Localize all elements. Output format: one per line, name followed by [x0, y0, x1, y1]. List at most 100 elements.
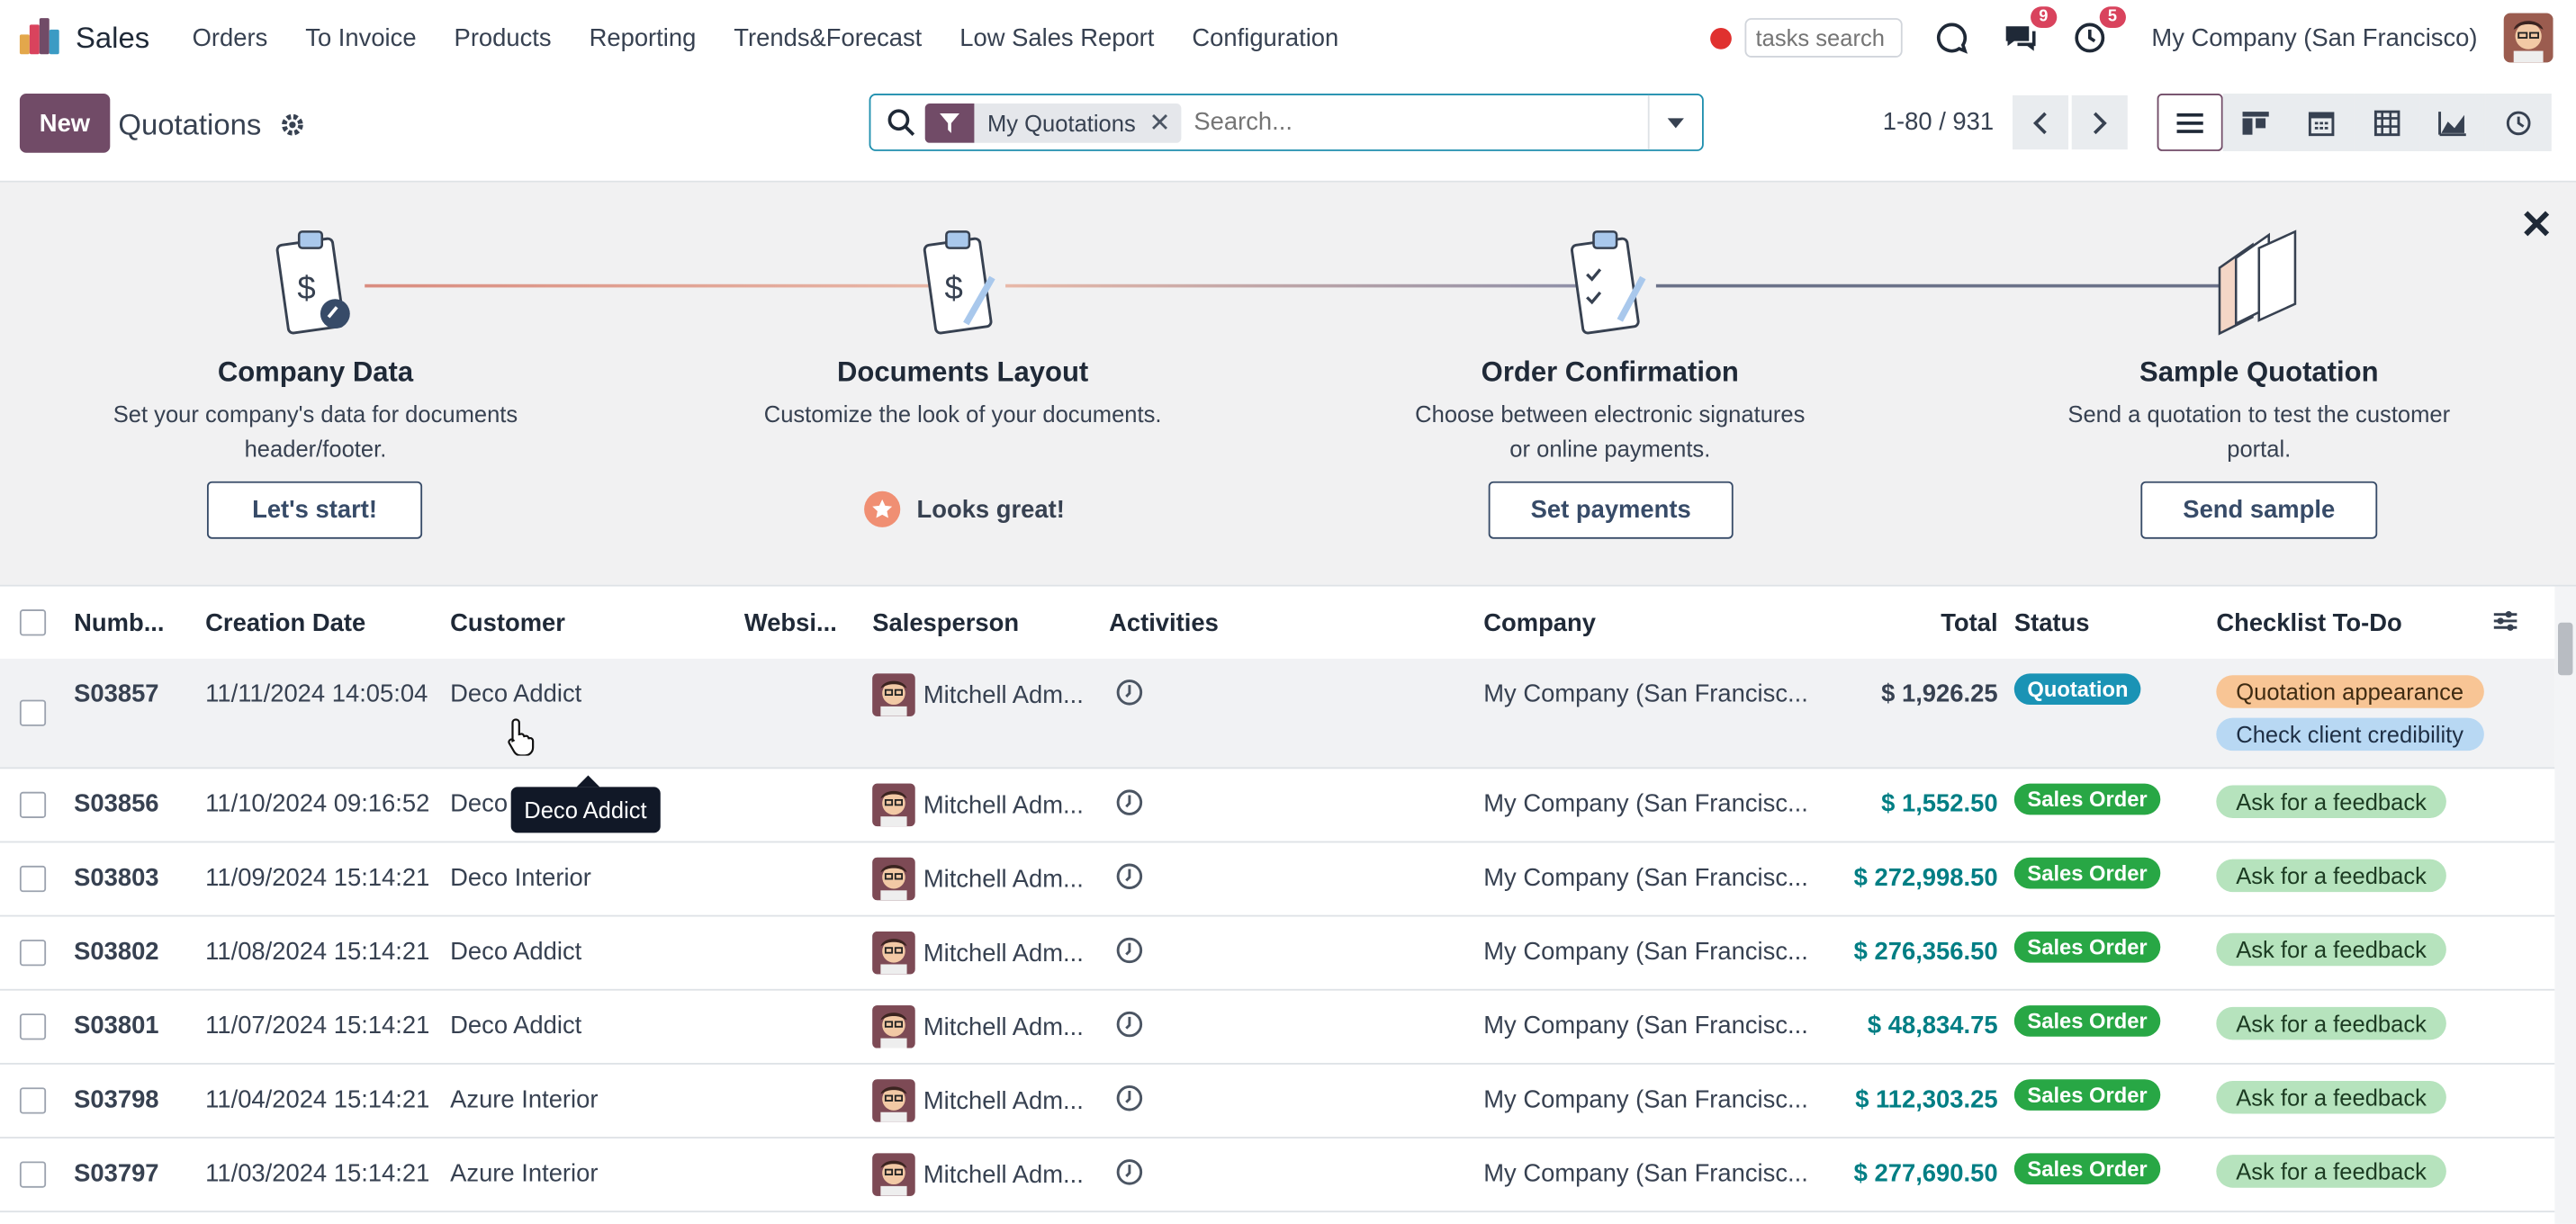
checklist-tag: Ask for a feedback	[2216, 785, 2446, 818]
order-total: $ 272,998.50	[1853, 864, 1998, 893]
row-checkbox[interactable]	[19, 1013, 47, 1040]
salesperson-avatar	[872, 1005, 915, 1048]
row-checkbox[interactable]	[19, 865, 47, 893]
table-row[interactable]: S03801 11/07/2024 15:14:21 Deco Addict M…	[0, 989, 2555, 1065]
onboarding-panel: ✕ $ Company Data Set your company's data…	[0, 182, 2576, 587]
activity-clock-icon[interactable]	[1115, 679, 1143, 715]
checklist-tag: Quotation appearance	[2216, 675, 2484, 708]
menu-configuration[interactable]: Configuration	[1192, 23, 1338, 51]
search-icon[interactable]	[887, 108, 915, 136]
checklist-tag: Ask for a feedback	[2216, 1081, 2446, 1114]
svg-text:$: $	[945, 269, 963, 306]
activity-clock-icon[interactable]	[1115, 1084, 1143, 1120]
activity-clock-icon[interactable]	[1115, 788, 1143, 824]
facet-label: My Quotations	[987, 109, 1136, 136]
svg-text:$: $	[297, 269, 315, 306]
onboarding-step-description: Send a quotation to test the customer po…	[2067, 400, 2451, 462]
table-row[interactable]: S03797 11/03/2024 15:14:21 Azure Interio…	[0, 1137, 2555, 1213]
company-name: My Company (San Francisc...	[1483, 680, 1808, 708]
salesperson-avatar	[872, 673, 915, 716]
row-checkbox[interactable]	[19, 1087, 47, 1114]
creation-date: 11/10/2024 09:16:52	[205, 789, 430, 818]
column-header-status[interactable]: Status	[2014, 609, 2090, 637]
column-header-checklist[interactable]: Checklist To-Do	[2216, 609, 2401, 637]
pager-value[interactable]: 1-80 / 931	[1883, 108, 1994, 136]
column-header-activities[interactable]: Activities	[1109, 609, 1219, 637]
table-row[interactable]: S03803 11/09/2024 15:14:21 Deco Interior…	[0, 842, 2555, 917]
app-name: Sales	[75, 20, 150, 54]
discuss-icon[interactable]	[1932, 18, 1971, 58]
activity-clock-icon[interactable]	[1115, 862, 1143, 898]
order-number: S03802	[74, 938, 159, 967]
table-row[interactable]: S03856 11/10/2024 09:16:52 Deco Mitchell…	[0, 767, 2555, 843]
column-header-total[interactable]: Total	[1941, 609, 1997, 637]
order-total: $ 112,303.25	[1855, 1085, 1998, 1114]
pager-next-button[interactable]	[2071, 94, 2128, 150]
menu-products[interactable]: Products	[455, 23, 552, 51]
send-sample-button[interactable]: Send sample	[2140, 481, 2378, 539]
menu-trends-forecast[interactable]: Trends&Forecast	[734, 23, 922, 51]
search-input[interactable]	[1190, 106, 1625, 139]
invoice-clipboard-icon: $	[269, 225, 361, 352]
salesperson-name: Mitchell Adm...	[923, 1161, 1084, 1190]
checklist-tag: Ask for a feedback	[2216, 1006, 2446, 1040]
calendar-view-icon[interactable]	[2288, 94, 2355, 151]
creation-date: 11/07/2024 15:14:21	[205, 1012, 430, 1040]
menu-to-invoice[interactable]: To Invoice	[305, 23, 416, 51]
lets-start-button[interactable]: Let's start!	[206, 481, 423, 539]
new-button[interactable]: New	[19, 94, 111, 153]
row-checkbox[interactable]	[19, 791, 47, 818]
user-avatar[interactable]	[2503, 13, 2553, 63]
status-badge: Sales Order	[2013, 1079, 2161, 1111]
close-icon[interactable]: ✕	[2520, 202, 2553, 250]
salesperson-name: Mitchell Adm...	[923, 940, 1084, 968]
set-payments-button[interactable]: Set payments	[1488, 481, 1734, 539]
scrollbar-thumb[interactable]	[2557, 622, 2573, 676]
activity-clock-icon[interactable]	[1115, 1011, 1143, 1047]
order-total: $ 48,834.75	[1867, 1012, 1998, 1040]
row-checkbox[interactable]	[19, 1161, 47, 1188]
graph-view-icon[interactable]	[2419, 94, 2486, 151]
list-view-icon[interactable]	[2157, 94, 2223, 151]
onboarding-step-title: Order Confirmation	[1481, 356, 1739, 388]
activity-clock-icon[interactable]	[1115, 936, 1143, 972]
recording-indicator[interactable]	[1709, 27, 1732, 49]
messages-icon[interactable]: 9	[2000, 6, 2057, 58]
gear-icon[interactable]	[279, 112, 305, 146]
kanban-view-icon[interactable]	[2222, 94, 2289, 151]
order-number: S03797	[74, 1159, 159, 1188]
column-header-company[interactable]: Company	[1483, 609, 1596, 637]
menu-low-sales-report[interactable]: Low Sales Report	[959, 23, 1154, 51]
pivot-view-icon[interactable]	[2354, 94, 2420, 151]
activity-clock-icon[interactable]	[1115, 1158, 1143, 1194]
activities-clock-icon[interactable]: 5	[2069, 6, 2126, 58]
app-brand[interactable]: Sales	[16, 16, 149, 58]
column-header-date[interactable]: Creation Date	[205, 609, 365, 637]
select-all-checkbox[interactable]	[19, 609, 47, 636]
menu-reporting[interactable]: Reporting	[590, 23, 697, 51]
row-checkbox[interactable]	[19, 940, 47, 967]
column-header-website[interactable]: Websi...	[744, 609, 837, 637]
onboarding-step-description: Customize the look of your documents.	[763, 400, 1162, 428]
column-header-number[interactable]: Numb...	[74, 609, 164, 637]
table-scrollbar[interactable]	[2554, 586, 2576, 1224]
table-row[interactable]: S03798 11/04/2024 15:14:21 Azure Interio…	[0, 1063, 2555, 1138]
activity-view-icon[interactable]	[2485, 94, 2552, 151]
search-options-toggle[interactable]	[1647, 94, 1702, 150]
salesperson-avatar	[872, 1079, 915, 1122]
pager-previous-button[interactable]	[2012, 94, 2069, 150]
facet-remove-icon[interactable]: ✕	[1148, 106, 1180, 140]
column-header-salesperson[interactable]: Salesperson	[872, 609, 1019, 637]
table-row[interactable]: S03802 11/08/2024 15:14:21 Deco Addict M…	[0, 915, 2555, 991]
column-header-customer[interactable]: Customer	[450, 609, 565, 637]
menu-orders[interactable]: Orders	[193, 23, 268, 51]
company-switcher[interactable]: My Company (San Francisco)	[2151, 23, 2477, 51]
control-panel: New Quotations My Quotations ✕ 1-80 / 93…	[0, 76, 2576, 183]
tasks-search-input[interactable]	[1743, 18, 1902, 58]
checklist-tag: Ask for a feedback	[2216, 1155, 2446, 1188]
looks-great-label: Looks great!	[916, 495, 1065, 524]
row-checkbox[interactable]	[19, 699, 47, 726]
table-row[interactable]: S03857 11/11/2024 14:05:04 Deco Addict M…	[0, 658, 2555, 770]
salesperson-name: Mitchell Adm...	[923, 865, 1084, 894]
optional-columns-icon[interactable]	[2492, 609, 2518, 641]
